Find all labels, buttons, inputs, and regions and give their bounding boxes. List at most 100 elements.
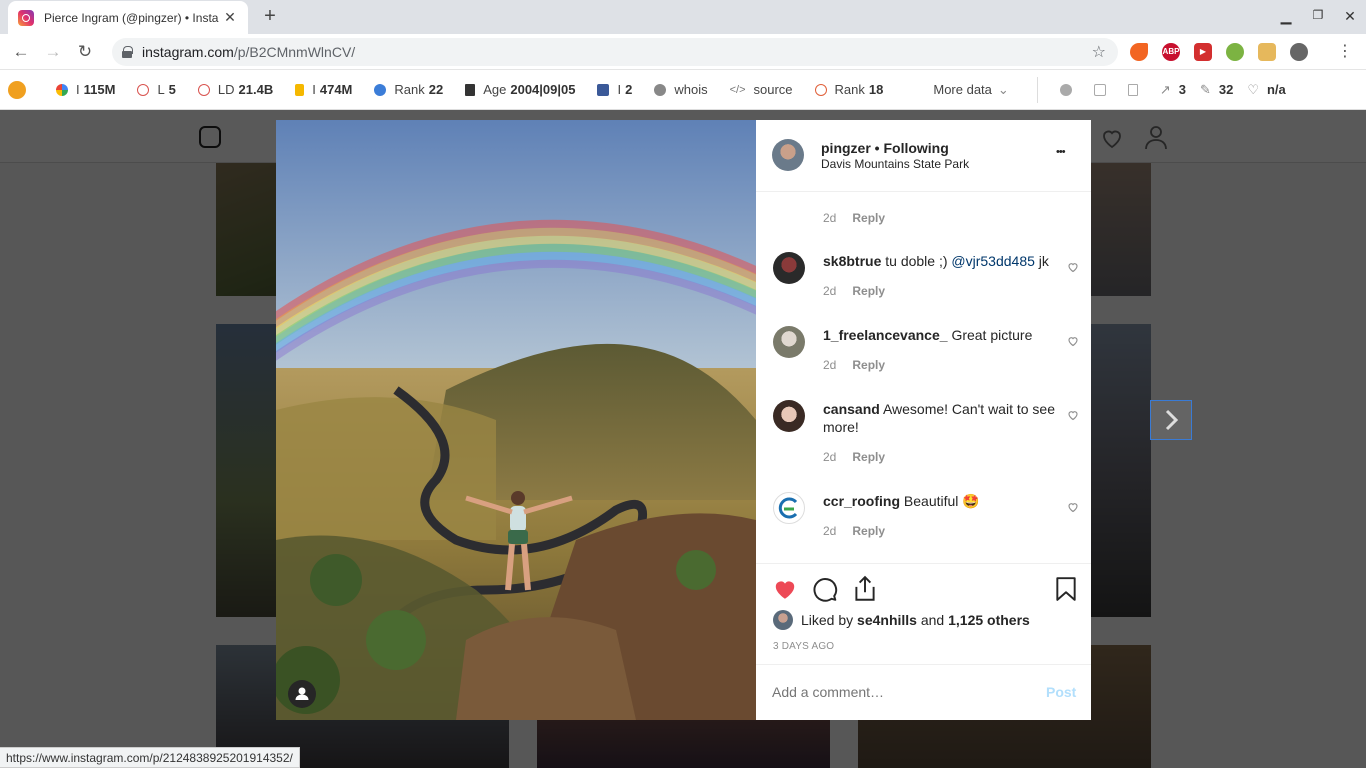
tagged-user-button[interactable]	[288, 680, 316, 708]
commenter-avatar[interactable]	[773, 400, 805, 432]
monitor-icon[interactable]	[1093, 83, 1114, 96]
comment-mention[interactable]: @vjr53dd485	[951, 253, 1035, 269]
globe-extension-icon[interactable]	[1290, 43, 1308, 61]
comment-time: 2d	[823, 450, 837, 464]
seo-item-linking-domains[interactable]: LD 21.4B	[197, 82, 273, 97]
post-timestamp[interactable]: 3 DAYS AGO	[773, 641, 834, 652]
seo-item-google-index[interactable]: I 115M	[56, 82, 115, 97]
seo-item-whois[interactable]: whois	[654, 82, 708, 97]
liker-avatar[interactable]	[773, 610, 793, 630]
post-comment-button[interactable]: Post	[1046, 684, 1076, 700]
liked-by-user[interactable]: se4nhills	[857, 612, 917, 628]
liked-by-and: and	[920, 612, 945, 628]
kebab-menu-icon[interactable]: ⋮	[1334, 41, 1356, 63]
external-link-icon: ↗	[1159, 81, 1171, 97]
commenter-username[interactable]: sk8btrue	[823, 253, 881, 269]
reply-button[interactable]: Reply	[852, 524, 885, 538]
restore-icon[interactable]: ❐	[1308, 8, 1328, 26]
more-options-icon[interactable]: •••	[1056, 146, 1066, 158]
like-comment-heart-icon[interactable]	[1067, 409, 1079, 421]
comment-time: 2d	[823, 211, 837, 225]
seo-item-links[interactable]: L5	[137, 82, 176, 97]
person-icon	[654, 83, 667, 96]
author-username[interactable]: pingzer	[821, 140, 871, 156]
person-tag-icon	[295, 687, 309, 700]
comment-text: Beautiful 🤩	[903, 493, 980, 509]
window-close-icon[interactable]: ✕	[1340, 8, 1360, 26]
commenter-username[interactable]: ccr_roofing	[823, 493, 900, 509]
comment-time: 2d	[823, 284, 837, 298]
like-comment-heart-icon[interactable]	[1067, 501, 1079, 513]
commenter-avatar[interactable]	[773, 326, 805, 358]
info-icon[interactable]	[1059, 83, 1080, 96]
comment-text-tail: jk	[1034, 253, 1049, 269]
share-icon[interactable]	[852, 575, 878, 603]
seo-item-semrush-rank[interactable]: Rank 18	[814, 82, 883, 97]
reload-icon[interactable]: ↻	[74, 41, 96, 63]
follow-status[interactable]: • Following	[875, 140, 949, 156]
back-arrow-icon[interactable]: ←	[10, 41, 32, 63]
comment-bubble-icon[interactable]	[812, 576, 838, 602]
comment-text: Great picture	[951, 327, 1033, 343]
google-icon	[56, 83, 68, 96]
media-extension-icon[interactable]: ▶	[1194, 43, 1212, 61]
adblock-icon[interactable]: ABP	[1162, 43, 1180, 61]
comment-time: 2d	[823, 524, 837, 538]
chevron-right-icon	[1165, 409, 1179, 431]
seo-item-source[interactable]: </> source	[730, 82, 793, 97]
bing-icon	[295, 83, 305, 96]
seo-extension-icon[interactable]	[1226, 43, 1244, 61]
seo-toolbar: I 115M L5 LD 21.4B I 474M Rank 22 Age 2004|09…	[0, 70, 1366, 110]
likes-summary: Liked by se4nhills and 1,125 others	[773, 610, 1030, 630]
seo-item-age[interactable]: Age 2004|09|05	[465, 82, 575, 97]
profile-icon[interactable]	[1144, 124, 1168, 150]
address-toolbar: ← → ↻ instagram.com/p/B2CMnmWlnCV/ ☆ ABP…	[0, 34, 1366, 70]
status-url-bar: https://www.instagram.com/p/212483892520…	[0, 747, 300, 768]
extension-arrow-icon[interactable]	[1130, 43, 1148, 61]
activity-heart-icon[interactable]	[1100, 126, 1124, 150]
bookmark-star-icon[interactable]: ☆	[1092, 42, 1106, 62]
next-post-button[interactable]	[1150, 400, 1192, 440]
seo-item-alexa-rank[interactable]: Rank 22	[374, 82, 443, 97]
commenter-username[interactable]: cansand	[823, 401, 880, 417]
reply-button[interactable]: Reply	[852, 284, 885, 298]
commenter-avatar[interactable]	[773, 252, 805, 284]
post-photo[interactable]	[276, 120, 756, 720]
bookmark-icon[interactable]	[1054, 576, 1078, 602]
url-host: instagram.com	[142, 44, 234, 60]
landscape-image	[276, 120, 756, 720]
seo-item-facebook[interactable]: I2	[597, 82, 632, 97]
comment-input[interactable]	[772, 676, 1022, 708]
health-score[interactable]: ♡ n/a	[1247, 82, 1285, 98]
omnibox[interactable]: instagram.com/p/B2CMnmWlnCV/ ☆	[112, 38, 1118, 66]
browser-tab[interactable]: Pierce Ingram (@pingzer) • Insta ✕	[8, 1, 248, 34]
alexa-icon	[374, 83, 387, 96]
forward-arrow-icon[interactable]: →	[42, 41, 64, 63]
reply-button[interactable]: Reply	[852, 211, 885, 225]
commenter-username[interactable]: 1_freelancevance_	[823, 327, 948, 343]
commenter-avatar[interactable]	[773, 492, 805, 524]
liked-by-others[interactable]: 1,125 others	[948, 612, 1030, 628]
document-icon[interactable]	[1127, 83, 1146, 96]
external-links[interactable]: ↗ 3	[1160, 82, 1186, 98]
facebook-icon	[597, 83, 610, 96]
seo-item-bing-index[interactable]: I 474M	[295, 82, 352, 97]
seoquake-logo-icon[interactable]	[8, 80, 26, 99]
post-location[interactable]: Davis Mountains State Park	[821, 157, 969, 171]
face-extension-icon[interactable]	[1258, 43, 1276, 61]
edit-icon: ✎	[1199, 81, 1211, 97]
reply-button[interactable]: Reply	[852, 358, 885, 372]
lock-icon	[122, 46, 133, 58]
like-comment-heart-icon[interactable]	[1067, 335, 1079, 347]
tab-title: Pierce Ingram (@pingzer) • Insta	[44, 10, 219, 25]
like-comment-heart-icon[interactable]	[1067, 261, 1079, 273]
ccr-logo-icon	[778, 497, 798, 519]
author-avatar[interactable]	[772, 139, 804, 171]
tab-close-icon[interactable]: ✕	[222, 9, 238, 26]
minimize-icon[interactable]: ▁	[1276, 8, 1296, 26]
reply-button[interactable]: Reply	[852, 450, 885, 464]
new-tab-button[interactable]: +	[258, 4, 282, 28]
more-data-dropdown[interactable]: More data ⌄	[933, 82, 1008, 98]
internal-links[interactable]: ✎ 32	[1200, 82, 1233, 98]
liked-heart-icon[interactable]	[772, 576, 798, 602]
